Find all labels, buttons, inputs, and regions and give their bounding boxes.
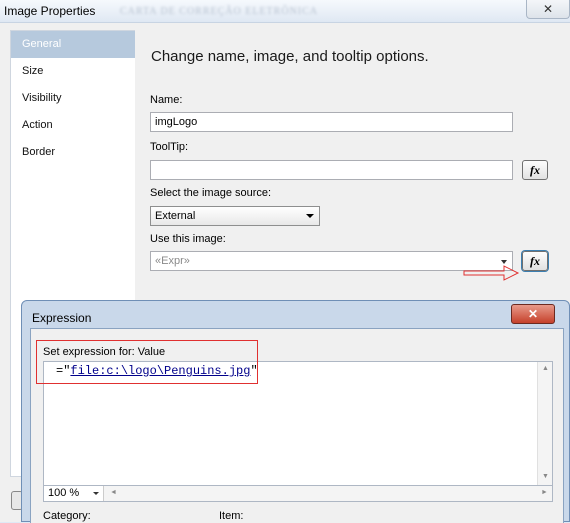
scroll-down-icon[interactable]: ▼ [542, 473, 549, 480]
chevron-down-icon [306, 214, 314, 218]
sidebar-item-size[interactable]: Size [11, 58, 135, 85]
blurred-caption: CARTA DE CORREÇÃO ELETRÔNICA [120, 6, 318, 17]
item-label: Item: [219, 510, 244, 522]
sidebar-item-visibility[interactable]: Visibility [11, 85, 135, 112]
page-title: Change name, image, and tooltip options. [151, 48, 429, 65]
window-title: Image Properties [4, 4, 96, 18]
use-image-label: Use this image: [150, 233, 226, 245]
image-source-dropdown[interactable]: External [150, 206, 320, 226]
scroll-right-icon[interactable]: ► [541, 489, 548, 496]
highlight-box [36, 340, 258, 384]
horizontal-scrollbar[interactable]: 100 % ◄ ► [43, 486, 553, 502]
zoom-value: 100 % [48, 487, 80, 499]
tooltip-label: ToolTip: [150, 141, 189, 153]
name-label: Name: [150, 94, 183, 106]
image-source-label: Select the image source: [150, 187, 272, 199]
tooltip-fx-button[interactable]: fx [522, 160, 548, 180]
title-bar: Image Properties CARTA DE CORREÇÃO ELETR… [0, 0, 570, 23]
red-arrow-annotation [463, 265, 520, 281]
sidebar-item-action[interactable]: Action [11, 112, 135, 139]
image-source-value: External [155, 210, 196, 222]
scroll-left-icon[interactable]: ◄ [110, 489, 117, 496]
zoom-dropdown[interactable]: 100 % [44, 486, 104, 501]
close-button[interactable]: ✕ [526, 0, 570, 19]
chevron-down-icon [93, 492, 99, 495]
scroll-up-icon[interactable]: ▲ [542, 365, 549, 372]
sidebar-item-general[interactable]: General [11, 31, 135, 58]
name-field[interactable]: imgLogo [150, 112, 513, 132]
sidebar-item-border[interactable]: Border [11, 139, 135, 166]
image-properties-window: Image Properties CARTA DE CORREÇÃO ELETR… [0, 0, 570, 523]
use-image-value: «Expr» [155, 255, 190, 267]
expression-title: Expression [32, 311, 92, 325]
use-image-combo[interactable]: «Expr» [150, 251, 513, 271]
expression-close-button[interactable]: ✕ [511, 304, 555, 324]
expression-dialog: Expression ✕ Set expression for: Value =… [21, 300, 570, 523]
vertical-scrollbar[interactable]: ▲ ▼ [537, 362, 552, 485]
use-image-fx-button[interactable]: fx [522, 251, 548, 271]
tooltip-field[interactable] [150, 160, 513, 180]
category-label: Category: [43, 510, 91, 522]
